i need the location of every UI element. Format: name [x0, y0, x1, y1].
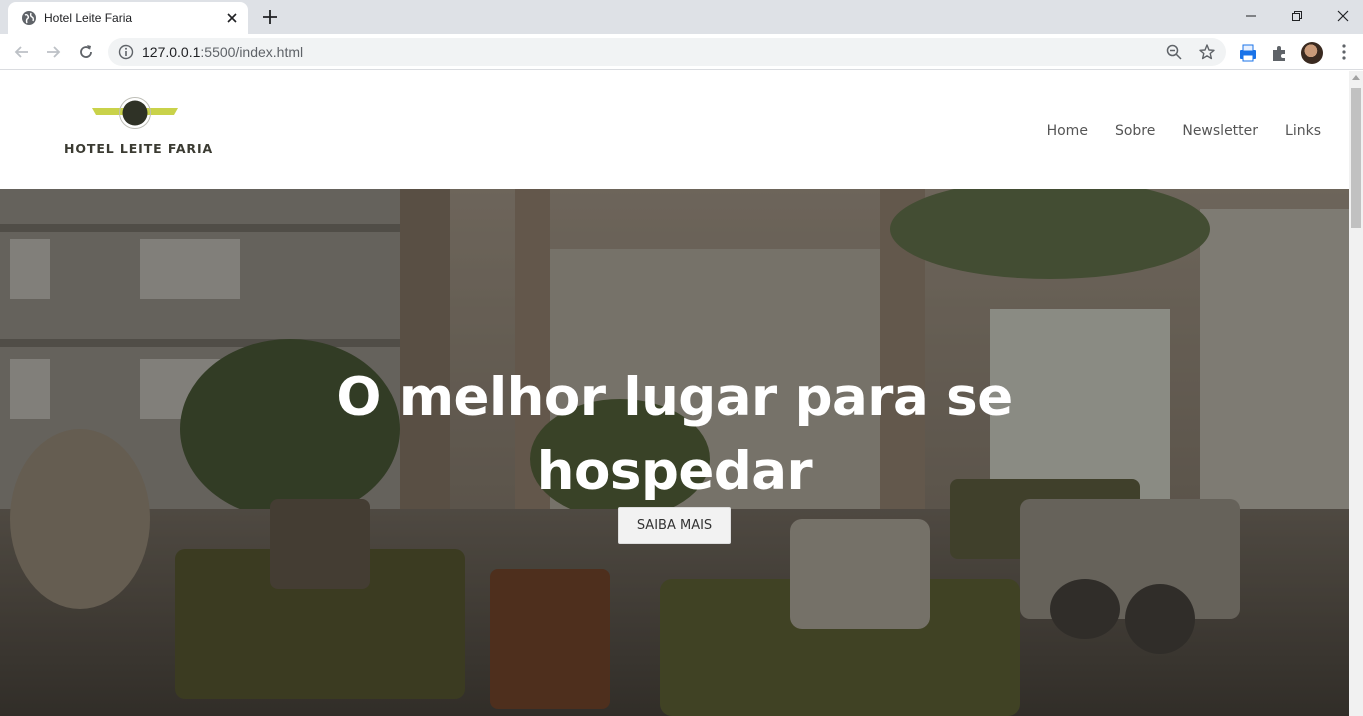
- new-tab-icon[interactable]: [260, 7, 280, 27]
- logo-text: HOTEL LEITE FARIA: [64, 141, 214, 156]
- close-icon: [1337, 10, 1349, 22]
- browser-toolbar: 127.0.0.1:5500/index.html: [0, 34, 1363, 70]
- reload-button[interactable]: [76, 42, 96, 62]
- browser-tabstrip: Hotel Leite Faria: [0, 0, 1363, 34]
- reload-icon: [80, 45, 92, 58]
- site-logo[interactable]: HOTEL LEITE FARIA: [64, 96, 214, 156]
- arrow-left-icon: [14, 46, 28, 58]
- page-viewport: HOTEL LEITE FARIA Home Sobre Newsletter …: [0, 71, 1349, 716]
- tab-title: Hotel Leite Faria: [44, 11, 133, 25]
- nav-link-newsletter[interactable]: Newsletter: [1182, 121, 1258, 141]
- extension-printer-icon[interactable]: [1238, 43, 1258, 63]
- saiba-mais-button[interactable]: SAIBA MAIS: [618, 507, 731, 544]
- profile-avatar[interactable]: [1301, 42, 1323, 64]
- minimize-button[interactable]: [1228, 0, 1274, 32]
- restore-icon: [1292, 11, 1302, 21]
- logo-emblem-icon: [92, 97, 178, 129]
- hero-title: O melhor lugar para se hospedar: [336, 367, 1013, 502]
- close-tab-icon[interactable]: [224, 10, 240, 26]
- forward-button[interactable]: [43, 42, 63, 62]
- scroll-up-arrow-icon[interactable]: [1352, 75, 1360, 80]
- address-bar[interactable]: 127.0.0.1:5500/index.html: [108, 38, 1226, 66]
- browser-tab[interactable]: Hotel Leite Faria: [8, 2, 248, 34]
- nav-link-sobre[interactable]: Sobre: [1115, 121, 1155, 141]
- main-nav: Home Sobre Newsletter Links: [1047, 121, 1321, 141]
- restore-button[interactable]: [1274, 0, 1320, 32]
- info-icon[interactable]: [118, 44, 134, 60]
- kebab-menu-icon[interactable]: [1336, 43, 1352, 61]
- site-header: HOTEL LEITE FARIA Home Sobre Newsletter …: [0, 71, 1349, 189]
- nav-link-home[interactable]: Home: [1047, 121, 1088, 141]
- globe-icon: [22, 11, 36, 25]
- bookmark-star-icon[interactable]: [1198, 43, 1216, 61]
- url-host: 127.0.0.1: [142, 44, 201, 60]
- page-scrollbar[interactable]: [1349, 71, 1363, 716]
- zoom-out-icon[interactable]: [1166, 44, 1182, 60]
- close-window-button[interactable]: [1320, 0, 1363, 32]
- back-button[interactable]: [12, 42, 32, 62]
- minimize-icon: [1246, 15, 1256, 17]
- scrollbar-thumb[interactable]: [1351, 88, 1361, 228]
- url-path: :5500/index.html: [200, 44, 304, 60]
- hero-section: O melhor lugar para se hospedar SAIBA MA…: [0, 189, 1349, 716]
- extensions-puzzle-icon[interactable]: [1270, 43, 1290, 63]
- arrow-right-icon: [47, 46, 61, 58]
- nav-link-links[interactable]: Links: [1285, 121, 1321, 141]
- url-text: 127.0.0.1:5500/index.html: [142, 44, 303, 60]
